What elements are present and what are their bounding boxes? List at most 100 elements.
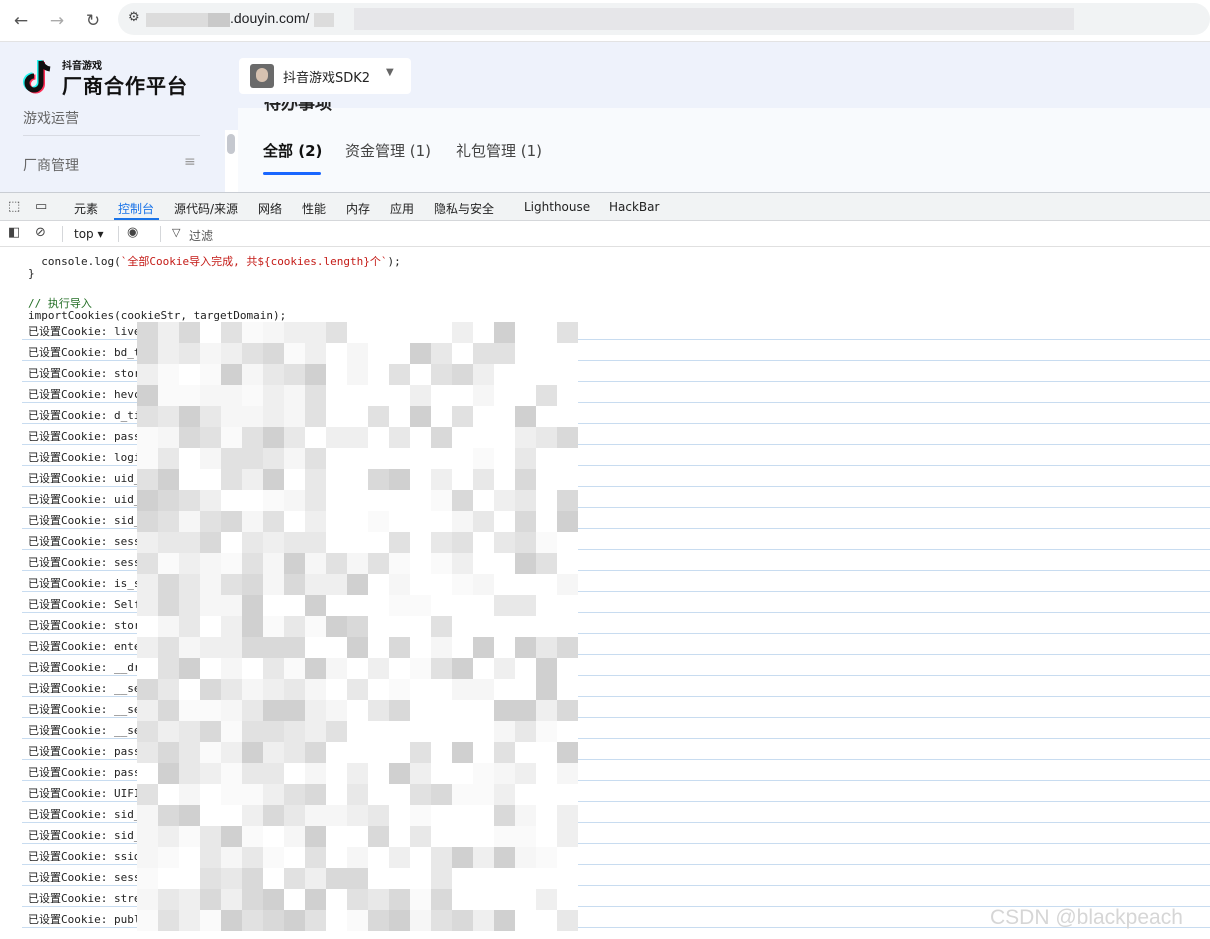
back-icon[interactable]: ←: [8, 8, 34, 34]
tab-lighthouse[interactable]: Lighthouse: [524, 200, 590, 214]
mosaic-block: [347, 385, 368, 406]
mosaic-block: [347, 721, 368, 742]
mosaic-block: [347, 595, 368, 616]
mosaic-block: [242, 868, 263, 889]
mosaic-block: [263, 343, 284, 364]
log-message: 已设置Cookie: bd_t: [28, 346, 141, 359]
tab-performance[interactable]: 性能: [302, 200, 326, 217]
tab-memory[interactable]: 内存: [346, 200, 370, 217]
mosaic-block: [452, 784, 473, 805]
eye-icon[interactable]: ◉: [127, 225, 138, 240]
clear-console-icon[interactable]: ⊘: [35, 225, 46, 240]
tab-elements[interactable]: 元素: [74, 200, 98, 217]
mosaic-block: [179, 469, 200, 490]
inspect-element-icon[interactable]: ⬚: [8, 199, 20, 214]
mosaic-block: [179, 511, 200, 532]
mosaic-block: [179, 553, 200, 574]
sidebar-item-vendor-mgmt[interactable]: 厂商管理: [23, 155, 79, 175]
mosaic-block: [431, 742, 452, 763]
mosaic-block: [389, 322, 410, 343]
address-bar[interactable]: ⚙ .douyin.com/: [118, 3, 1210, 35]
mosaic-block: [494, 532, 515, 553]
tab-console[interactable]: 控制台: [118, 200, 154, 217]
toolbar-divider: [62, 226, 63, 242]
mosaic-block: [368, 532, 389, 553]
mosaic-block: [536, 784, 557, 805]
mosaic-block: [347, 364, 368, 385]
mosaic-block: [263, 826, 284, 847]
mosaic-block: [326, 763, 347, 784]
mosaic-block: [137, 658, 158, 679]
mosaic-block: [284, 427, 305, 448]
mosaic-block: [389, 364, 410, 385]
code-line: console.log(`全部Cookie导入完成, 共${cookies.le…: [28, 255, 401, 268]
sidebar-scroll-thumb[interactable]: [227, 134, 235, 154]
tab-application[interactable]: 应用: [390, 200, 414, 217]
mosaic-block: [284, 532, 305, 553]
sidebar-toggle-icon[interactable]: ◧: [8, 225, 20, 240]
mosaic-block: [137, 700, 158, 721]
mosaic-block: [284, 742, 305, 763]
mosaic-block: [515, 490, 536, 511]
mosaic-block: [452, 406, 473, 427]
log-message: 已设置Cookie: pass: [28, 766, 141, 779]
mosaic-block: [221, 448, 242, 469]
tab-network[interactable]: 网络: [258, 200, 282, 217]
mosaic-block: [557, 889, 578, 910]
mosaic-block: [326, 742, 347, 763]
mosaic-block: [452, 385, 473, 406]
mosaic-block: [431, 721, 452, 742]
mosaic-block: [347, 910, 368, 931]
mosaic-block: [431, 700, 452, 721]
mosaic-block: [557, 385, 578, 406]
reload-icon[interactable]: ↻: [80, 8, 106, 34]
mosaic-block: [410, 448, 431, 469]
tab-gift-packs[interactable]: 礼包管理 (1): [456, 140, 542, 161]
mosaic-block: [536, 511, 557, 532]
mosaic-block: [242, 595, 263, 616]
mosaic-block: [431, 532, 452, 553]
mosaic-block: [263, 847, 284, 868]
toolbar-divider: [118, 226, 119, 242]
tab-hackbar[interactable]: HackBar: [609, 200, 659, 214]
mosaic-block: [536, 469, 557, 490]
tab-all[interactable]: 全部 (2): [263, 140, 322, 161]
mosaic-block: [452, 847, 473, 868]
mosaic-block: [242, 700, 263, 721]
mosaic-block: [473, 679, 494, 700]
mosaic-block: [431, 889, 452, 910]
filter-input[interactable]: 过滤: [189, 227, 213, 244]
device-toolbar-icon[interactable]: ▭: [35, 199, 47, 214]
mosaic-block: [410, 322, 431, 343]
mosaic-block: [221, 343, 242, 364]
tab-privacy-security[interactable]: 隐私与安全: [434, 200, 494, 217]
mosaic-block: [515, 721, 536, 742]
site-settings-icon[interactable]: ⚙: [128, 10, 140, 25]
mosaic-block: [221, 826, 242, 847]
mosaic-block: [473, 469, 494, 490]
mosaic-block: [137, 343, 158, 364]
mosaic-block: [557, 532, 578, 553]
forward-icon[interactable]: →: [44, 8, 70, 34]
tab-sources[interactable]: 源代码/来源: [174, 200, 238, 217]
mosaic-block: [137, 616, 158, 637]
game-select[interactable]: 抖音游戏SDK2 ▼: [239, 58, 411, 94]
mosaic-block: [158, 847, 179, 868]
mosaic-block: [221, 322, 242, 343]
mosaic-block: [284, 406, 305, 427]
mosaic-block: [389, 490, 410, 511]
mosaic-block: [494, 511, 515, 532]
mosaic-block: [221, 700, 242, 721]
tab-funds[interactable]: 资金管理 (1): [345, 140, 431, 161]
menu-collapse-icon[interactable]: ≡: [184, 154, 196, 170]
mosaic-block: [179, 490, 200, 511]
mosaic-block: [305, 406, 326, 427]
mosaic-block: [494, 427, 515, 448]
mosaic-block: [305, 364, 326, 385]
mosaic-block: [179, 700, 200, 721]
sidebar-item-game-ops[interactable]: 游戏运营: [23, 108, 79, 128]
mosaic-block: [347, 322, 368, 343]
mosaic-block: [557, 847, 578, 868]
mosaic-block: [326, 784, 347, 805]
context-selector[interactable]: top ▾: [74, 227, 104, 241]
